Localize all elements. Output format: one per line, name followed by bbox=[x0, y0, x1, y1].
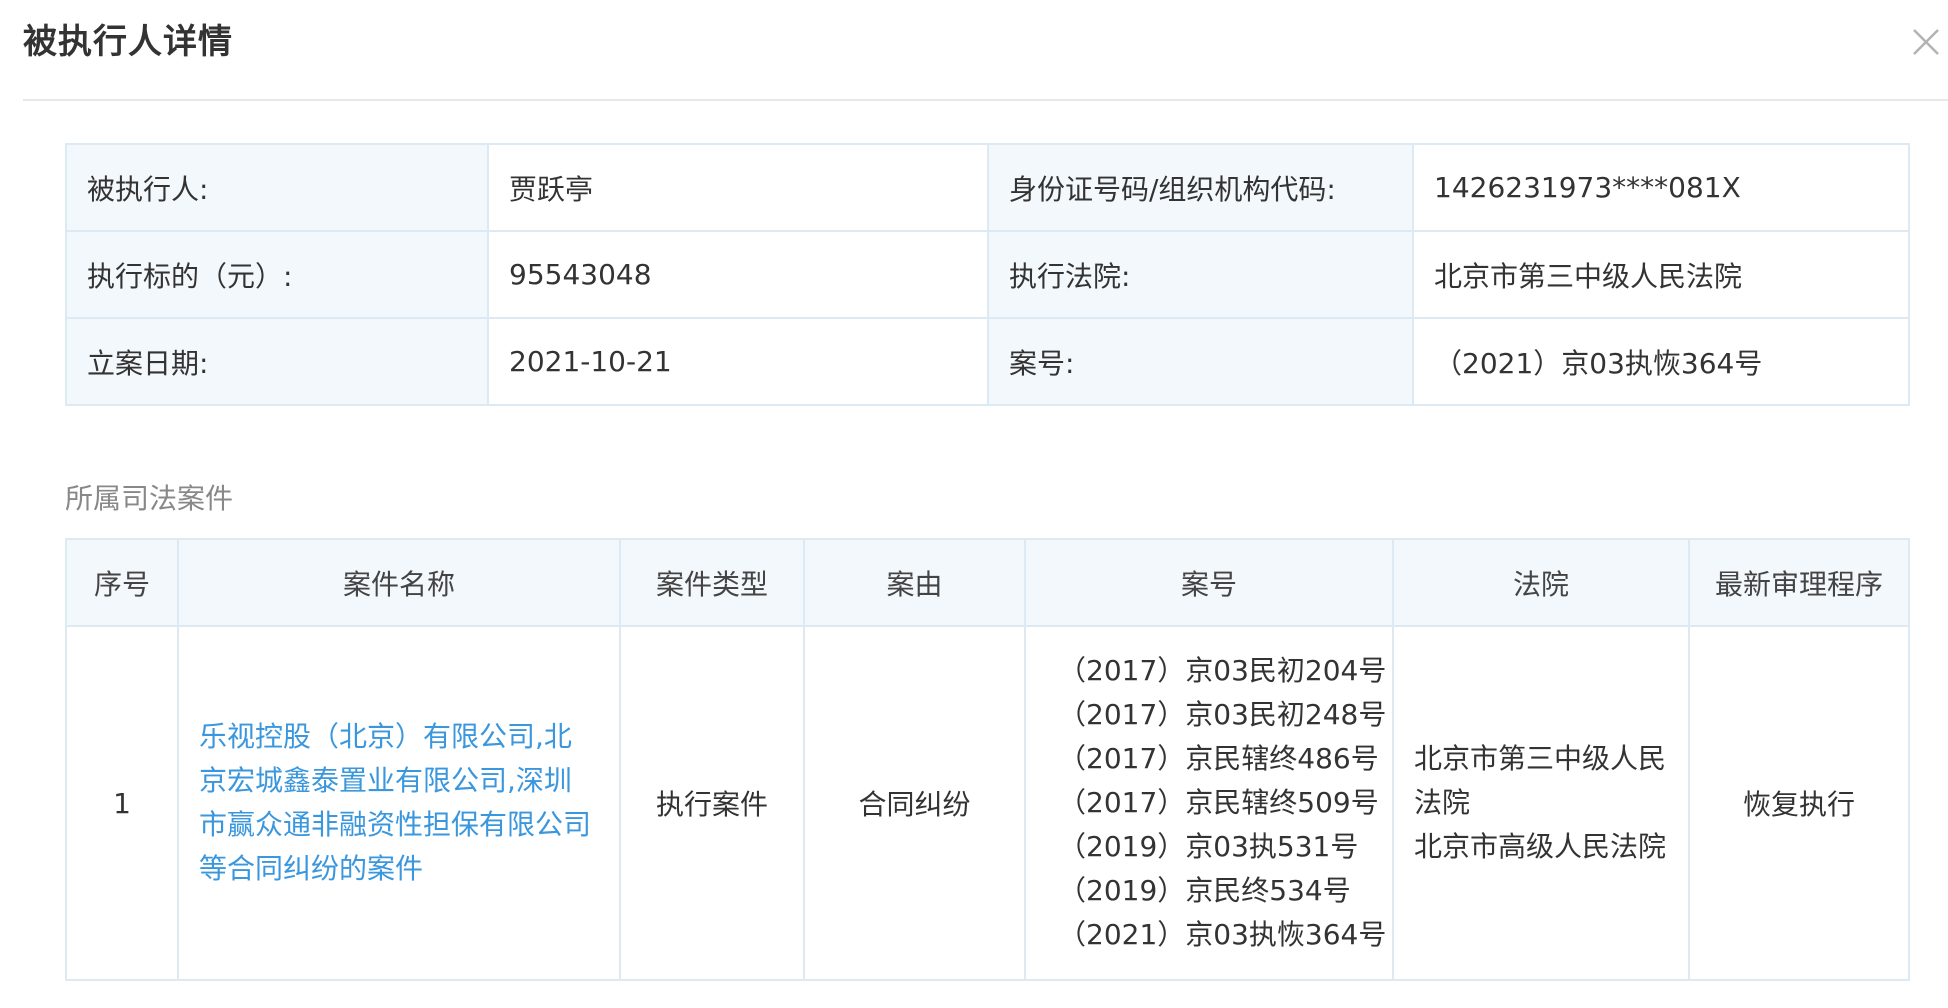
executee-detail-dialog: 被执行人详情 被执行人: 贾跃亭 身份证号码/组织机构代码: 142623197… bbox=[0, 0, 1948, 1008]
case-number-label: 案号: bbox=[987, 317, 1414, 406]
executee-label: 被执行人: bbox=[65, 143, 489, 232]
executee-name-link[interactable]: 贾跃亭 bbox=[487, 143, 989, 232]
info-row: 执行标的（元）: 95543048 执行法院: 北京市第三中级人民法院 bbox=[65, 230, 1910, 319]
col-header-case-number: 案号 bbox=[1024, 538, 1394, 627]
court-item: 北京市高级人民法院 bbox=[1414, 830, 1667, 863]
close-icon[interactable] bbox=[1908, 24, 1944, 60]
case-number-item: （2019）京民终534号 bbox=[1058, 874, 1351, 907]
header-divider bbox=[23, 99, 1948, 101]
col-header-procedure: 最新审理程序 bbox=[1688, 538, 1910, 627]
col-header-case-name: 案件名称 bbox=[177, 538, 621, 627]
case-number-item: （2017）京03民初204号 bbox=[1058, 654, 1387, 687]
table-row: 1 乐视控股（北京）有限公司,北京宏城鑫泰置业有限公司,深圳市赢众通非融资性担保… bbox=[65, 625, 1910, 981]
case-cause: 合同纠纷 bbox=[803, 625, 1026, 981]
col-header-cause: 案由 bbox=[803, 538, 1026, 627]
filing-date-label: 立案日期: bbox=[65, 317, 489, 406]
courts-cell: 北京市第三中级人民法院 北京市高级人民法院 bbox=[1392, 625, 1690, 981]
case-index: 1 bbox=[65, 625, 179, 981]
col-header-index: 序号 bbox=[65, 538, 179, 627]
judicial-cases-table: 序号 案件名称 案件类型 案由 案号 法院 最新审理程序 1 乐视控股（北京）有… bbox=[65, 538, 1910, 981]
table-header-row: 序号 案件名称 案件类型 案由 案号 法院 最新审理程序 bbox=[65, 538, 1910, 627]
execution-amount-value: 95543048 bbox=[487, 230, 989, 319]
court-item: 北京市第三中级人民法院 bbox=[1414, 742, 1667, 819]
col-header-case-type: 案件类型 bbox=[619, 538, 805, 627]
info-row: 被执行人: 贾跃亭 身份证号码/组织机构代码: 1426231973****08… bbox=[65, 143, 1910, 232]
case-number-item: （2021）京03执恢364号 bbox=[1058, 918, 1387, 951]
case-number-item: （2017）京03民初248号 bbox=[1058, 698, 1387, 731]
dialog-title: 被执行人详情 bbox=[23, 22, 233, 62]
id-code-label: 身份证号码/组织机构代码: bbox=[987, 143, 1414, 232]
execution-court-label: 执行法院: bbox=[987, 230, 1414, 319]
id-code-value: 1426231973****081X bbox=[1412, 143, 1910, 232]
latest-procedure: 恢复执行 bbox=[1688, 625, 1910, 981]
execution-amount-label: 执行标的（元）: bbox=[65, 230, 489, 319]
case-name-link[interactable]: 乐视控股（北京）有限公司,北京宏城鑫泰置业有限公司,深圳市赢众通非融资性担保有限… bbox=[199, 720, 591, 885]
info-row: 立案日期: 2021-10-21 案号: （2021）京03执恢364号 bbox=[65, 317, 1910, 406]
case-number-item: （2017）京民辖终509号 bbox=[1058, 786, 1379, 819]
section-title: 所属司法案件 bbox=[65, 482, 234, 515]
case-name-cell: 乐视控股（北京）有限公司,北京宏城鑫泰置业有限公司,深圳市赢众通非融资性担保有限… bbox=[177, 625, 621, 981]
case-number-link[interactable]: （2021）京03执恢364号 bbox=[1412, 317, 1910, 406]
filing-date-value: 2021-10-21 bbox=[487, 317, 989, 406]
case-type: 执行案件 bbox=[619, 625, 805, 981]
case-numbers-cell: （2017）京03民初204号 （2017）京03民初248号 （2017）京民… bbox=[1024, 625, 1394, 981]
case-number-item: （2019）京03执531号 bbox=[1058, 830, 1359, 863]
col-header-court: 法院 bbox=[1392, 538, 1690, 627]
case-number-item: （2017）京民辖终486号 bbox=[1058, 742, 1379, 775]
executee-info-table: 被执行人: 贾跃亭 身份证号码/组织机构代码: 1426231973****08… bbox=[65, 143, 1910, 406]
execution-court-value: 北京市第三中级人民法院 bbox=[1412, 230, 1910, 319]
